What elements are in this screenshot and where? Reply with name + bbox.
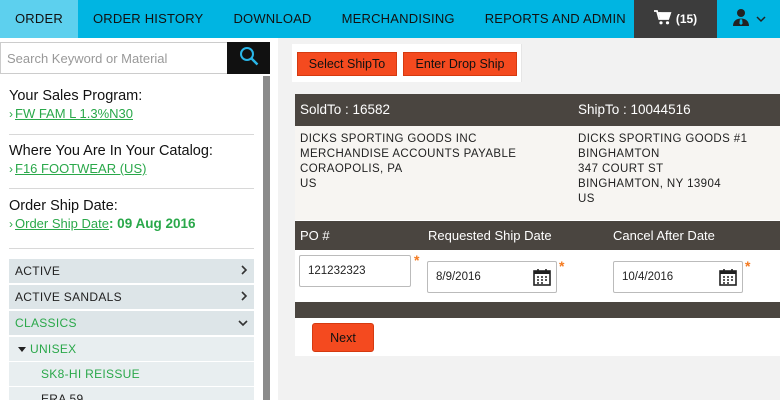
sidebar-scrollbar[interactable] [263, 76, 270, 400]
ship-date-link[interactable]: Order Ship Date [15, 216, 109, 231]
address-line: MERCHANDISE ACCOUNTS PAYABLE [300, 148, 517, 160]
chevron-right-icon: › [9, 107, 13, 121]
cart-count: (15) [675, 12, 698, 26]
sold-to-address: DICKS SPORTING GOODS INC MERCHANDISE ACC… [300, 132, 516, 192]
calendar-icon[interactable] [533, 268, 551, 289]
divider [9, 188, 254, 189]
chevron-right-icon [241, 264, 248, 278]
sold-to-label: SoldTo : 16582 [300, 102, 391, 117]
user-icon [732, 8, 750, 31]
category-active-sandals[interactable]: ACTIVE SANDALS [9, 285, 254, 309]
category-label: CLASSICS [15, 316, 77, 330]
subgroup-unisex[interactable]: UNISEX [9, 337, 254, 361]
address-line: DICKS SPORTING GOODS INC [300, 133, 477, 145]
chevron-down-icon [238, 316, 248, 330]
cancel-after-date-label: Cancel After Date [613, 228, 715, 243]
search-bar [0, 42, 270, 74]
ship-date-label: Order Ship Date: [9, 198, 118, 214]
address-line: US [300, 178, 317, 190]
category-label: ACTIVE [15, 264, 61, 278]
footer-bar [295, 302, 780, 318]
nav-download[interactable]: DOWNLOAD [218, 0, 326, 38]
cart-button[interactable]: (15) [634, 0, 717, 38]
enter-drop-ship-button[interactable]: Enter Drop Ship [403, 52, 517, 76]
catalog-label: Where You Are In Your Catalog: [9, 143, 213, 159]
category-label: ACTIVE SANDALS [15, 290, 122, 304]
scrollbar-thumb[interactable] [263, 76, 270, 400]
nav-merchandising[interactable]: MERCHANDISING [327, 0, 470, 38]
main-content: Select ShipTo Enter Drop Ship SoldTo : 1… [278, 38, 780, 400]
ship-to-label: ShipTo : 10044516 [578, 102, 691, 117]
cancel-after-date-input[interactable]: 10/4/2016 [613, 261, 743, 293]
address-line: US [578, 193, 595, 205]
sub-item-sk8-hi-reissue[interactable]: SK8-HI REISSUE [9, 362, 254, 386]
account-header: SoldTo : 16582 ShipTo : 10044516 [295, 94, 780, 126]
sales-program-link[interactable]: FW FAM L 1.3%N30 [15, 106, 133, 121]
address-line: BINGHAMTON, NY 13904 [578, 178, 722, 190]
nav-order-history[interactable]: ORDER HISTORY [78, 0, 218, 38]
search-button[interactable] [227, 42, 270, 74]
catalog-link[interactable]: F16 FOOTWEAR (US) [15, 161, 146, 176]
next-button[interactable]: Next [312, 323, 374, 352]
sales-program-label: Your Sales Program: [9, 88, 143, 104]
category-classics[interactable]: CLASSICS [9, 311, 254, 335]
address-line: 347 COURT ST [578, 163, 664, 175]
order-fields-header: PO # Requested Ship Date Cancel After Da… [295, 221, 780, 250]
sidebar: Your Sales Program: ›FW FAM L 1.3%N30 Wh… [0, 38, 278, 400]
chevron-right-icon [241, 290, 248, 304]
cart-icon [653, 10, 672, 28]
user-menu[interactable] [717, 0, 780, 38]
order-card: SoldTo : 16582 ShipTo : 10044516 DICKS S… [295, 94, 780, 356]
category-active[interactable]: ACTIVE [9, 259, 254, 283]
requested-ship-date-label: Requested Ship Date [428, 228, 552, 243]
caret-down-icon [18, 342, 26, 356]
shipto-actions: Select ShipTo Enter Drop Ship [292, 44, 522, 82]
select-shipto-button[interactable]: Select ShipTo [297, 52, 397, 76]
divider [9, 248, 254, 249]
calendar-icon[interactable] [719, 268, 737, 289]
sales-program: Your Sales Program: › FW FAM L 1.3%N30 [9, 88, 254, 123]
chevron-right-icon: › [9, 217, 13, 231]
order-ship-date: Order Ship Date: › Order Ship Date: 09 Au… [9, 198, 254, 233]
ship-to-address: DICKS SPORTING GOODS #1 BINGHAMTON 347 C… [578, 132, 747, 207]
sub-item-label: SK8-HI REISSUE [41, 367, 140, 381]
address-line: DICKS SPORTING GOODS #1 [578, 133, 748, 145]
subgroup-label: UNISEX [30, 342, 77, 356]
required-asterisk: * [745, 258, 751, 274]
po-label: PO # [300, 228, 330, 243]
cancel-after-date-value: 10/4/2016 [622, 271, 674, 283]
address-line: BINGHAMTON [578, 148, 660, 160]
search-icon [239, 46, 259, 71]
address-area: DICKS SPORTING GOODS INC MERCHANDISE ACC… [295, 126, 780, 220]
required-asterisk: * [414, 252, 420, 268]
required-asterisk: * [559, 258, 565, 274]
catalog-location: Where You Are In Your Catalog: › F16 FOOT… [9, 143, 254, 178]
sub-item-label: ERA 59 [41, 392, 84, 400]
nav-order[interactable]: ORDER [0, 0, 78, 38]
address-line: CORAOPOLIS, PA [300, 163, 403, 175]
requested-ship-date-value: 8/9/2016 [436, 271, 481, 283]
sub-item-era-59[interactable]: ERA 59 [9, 387, 254, 400]
chevron-down-icon [755, 10, 766, 28]
ship-date-value: : 09 Aug 2016 [108, 216, 196, 231]
po-input[interactable]: 121232323 [299, 255, 411, 287]
search-input[interactable] [0, 42, 227, 74]
requested-ship-date-input[interactable]: 8/9/2016 [427, 261, 557, 293]
chevron-right-icon: › [9, 162, 13, 176]
divider [9, 134, 254, 135]
nav-reports-admin[interactable]: REPORTS AND ADMIN [470, 0, 641, 38]
